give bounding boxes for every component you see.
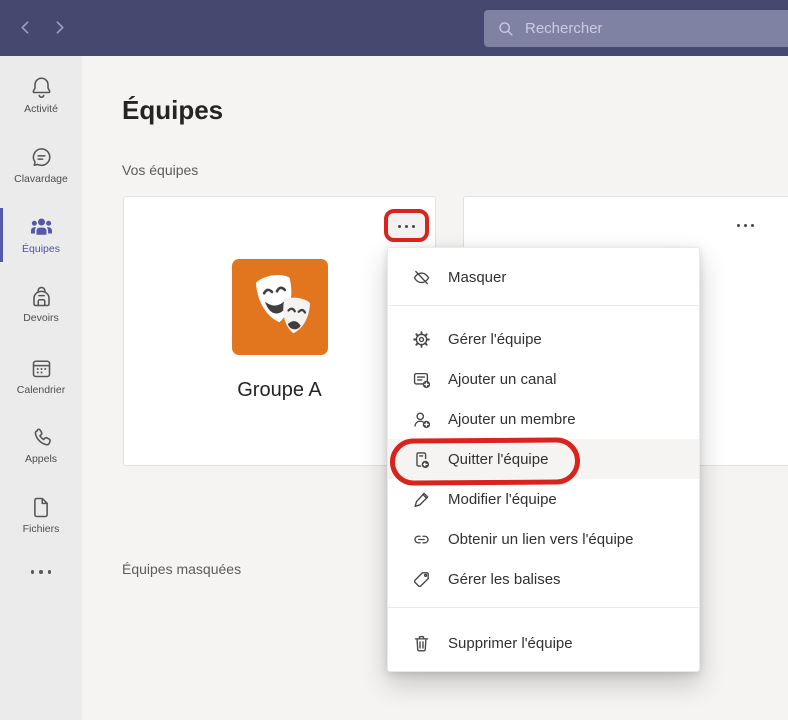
link-icon: [411, 529, 432, 550]
menu-item-edit-team[interactable]: Modifier l'équipe: [388, 479, 699, 519]
tag-icon: [411, 569, 432, 590]
ellipsis-icon: [737, 224, 754, 227]
sidebar-item-label: Équipes: [22, 243, 60, 255]
sidebar-item-label: Calendrier: [17, 384, 65, 396]
back-button[interactable]: [18, 20, 34, 36]
menu-item-label: Modifier l'équipe: [448, 491, 557, 508]
sidebar-item-assignments[interactable]: Devoirs: [0, 284, 82, 324]
search-placeholder: Rechercher: [525, 20, 603, 37]
team-options-button[interactable]: [728, 217, 762, 233]
teams-app-window: Rechercher Activité Clavardage Équipes: [0, 0, 788, 720]
eye-off-icon: [411, 267, 432, 288]
sidebar-item-files[interactable]: Fichiers: [0, 495, 82, 535]
topbar: Rechercher: [0, 0, 788, 56]
bell-icon: [29, 75, 54, 100]
hidden-teams-section-label[interactable]: Équipes masquées: [122, 561, 241, 577]
sidebar-item-activity[interactable]: Activité: [0, 75, 82, 115]
sidebar-item-label: Clavardage: [14, 173, 68, 185]
menu-item-label: Masquer: [448, 269, 506, 286]
theater-masks-icon: [232, 259, 328, 355]
menu-item-add-member[interactable]: Ajouter un membre: [388, 399, 699, 439]
menu-item-label: Obtenir un lien vers l'équipe: [448, 531, 633, 548]
your-teams-section-label: Vos équipes: [122, 162, 198, 178]
menu-separator: [388, 305, 699, 306]
sidebar-item-chat[interactable]: Clavardage: [0, 145, 82, 185]
menu-item-manage-tags[interactable]: Gérer les balises: [388, 559, 699, 599]
phone-icon: [29, 425, 54, 450]
file-icon: [29, 495, 54, 520]
menu-item-label: Ajouter un canal: [448, 371, 556, 388]
add-channel-icon: [411, 369, 432, 390]
sidebar-item-label: Fichiers: [23, 523, 60, 535]
sidebar-item-teams[interactable]: Équipes: [0, 215, 82, 255]
menu-item-label: Ajouter un membre: [448, 411, 576, 428]
sidebar-item-calendar[interactable]: Calendrier: [0, 356, 82, 396]
search-icon: [497, 20, 515, 38]
backpack-icon: [29, 284, 54, 309]
trash-icon: [411, 633, 432, 654]
team-avatar[interactable]: [232, 259, 328, 355]
page-title: Équipes: [122, 95, 223, 126]
menu-item-label: Gérer les balises: [448, 571, 561, 588]
gear-icon: [411, 329, 432, 350]
menu-item-label: Quitter l'équipe: [448, 451, 548, 468]
teams-page: Équipes Vos équipes Équipes masquées: [82, 56, 788, 720]
sidebar-item-label: Activité: [24, 103, 58, 115]
search-input[interactable]: Rechercher: [484, 10, 788, 47]
leave-team-icon: [411, 449, 432, 470]
sidebar-item-label: Devoirs: [23, 312, 59, 324]
chevron-left-icon: [18, 20, 34, 35]
chat-icon: [29, 145, 54, 170]
pencil-icon: [411, 489, 432, 510]
calendar-icon: [29, 356, 54, 381]
teams-icon: [29, 215, 54, 240]
menu-item-manage-team[interactable]: Gérer l'équipe: [388, 319, 699, 359]
add-member-icon: [411, 409, 432, 430]
menu-item-add-channel[interactable]: Ajouter un canal: [388, 359, 699, 399]
sidebar-more-button[interactable]: [0, 570, 82, 574]
menu-item-hide[interactable]: Masquer: [388, 253, 699, 301]
chevron-right-icon: [52, 20, 68, 35]
menu-item-leave-team[interactable]: Quitter l'équipe: [388, 439, 699, 479]
menu-item-get-link[interactable]: Obtenir un lien vers l'équipe: [388, 519, 699, 559]
sidebar-item-label: Appels: [25, 453, 57, 465]
forward-button[interactable]: [52, 20, 68, 36]
ellipsis-icon: [398, 225, 415, 228]
app-sidebar: Activité Clavardage Équipes Devoirs Cale: [0, 56, 82, 720]
team-context-menu: Masquer Gérer l'équipe Ajouter un canal: [387, 247, 700, 672]
menu-item-delete-team[interactable]: Supprimer l'équipe: [388, 620, 699, 666]
menu-item-label: Supprimer l'équipe: [448, 635, 573, 652]
sidebar-item-calls[interactable]: Appels: [0, 425, 82, 465]
team-options-button[interactable]: [388, 213, 425, 240]
menu-separator: [388, 607, 699, 608]
ellipsis-icon: [31, 570, 52, 574]
menu-item-label: Gérer l'équipe: [448, 331, 542, 348]
